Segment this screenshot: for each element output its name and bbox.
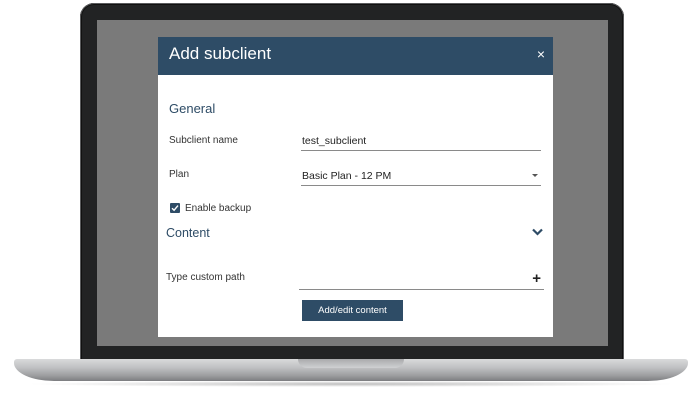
dialog-title: Add subclient xyxy=(169,44,272,63)
add-edit-content-button[interactable]: Add/edit content xyxy=(302,300,403,321)
general-heading: General xyxy=(169,101,216,116)
plan-value: Basic Plan - 12 PM xyxy=(302,170,392,182)
plan-select[interactable]: Basic Plan - 12 PM xyxy=(301,169,541,186)
checkmark-icon xyxy=(171,205,179,212)
subclient-name-value: test_subclient xyxy=(302,135,367,147)
enable-backup-label: Enable backup xyxy=(185,203,252,214)
close-icon[interactable]: × xyxy=(537,46,545,62)
dialog-header: Add subclient × xyxy=(158,37,553,75)
laptop-shadow xyxy=(24,381,678,387)
subclient-name-input[interactable]: test_subclient xyxy=(301,134,541,151)
laptop-notch xyxy=(298,359,404,368)
content-heading: Content xyxy=(166,226,210,240)
dropdown-caret-icon xyxy=(532,174,538,177)
add-subclient-dialog: Add subclient × General Subclient name t… xyxy=(158,37,553,337)
enable-backup-checkbox[interactable] xyxy=(170,203,180,213)
plan-label: Plan xyxy=(169,169,190,180)
subclient-name-label: Subclient name xyxy=(169,135,238,146)
custom-path-label: Type custom path xyxy=(166,272,245,283)
chevron-down-icon[interactable] xyxy=(532,228,543,236)
custom-path-input[interactable] xyxy=(299,273,544,290)
plus-icon[interactable]: + xyxy=(532,271,541,286)
